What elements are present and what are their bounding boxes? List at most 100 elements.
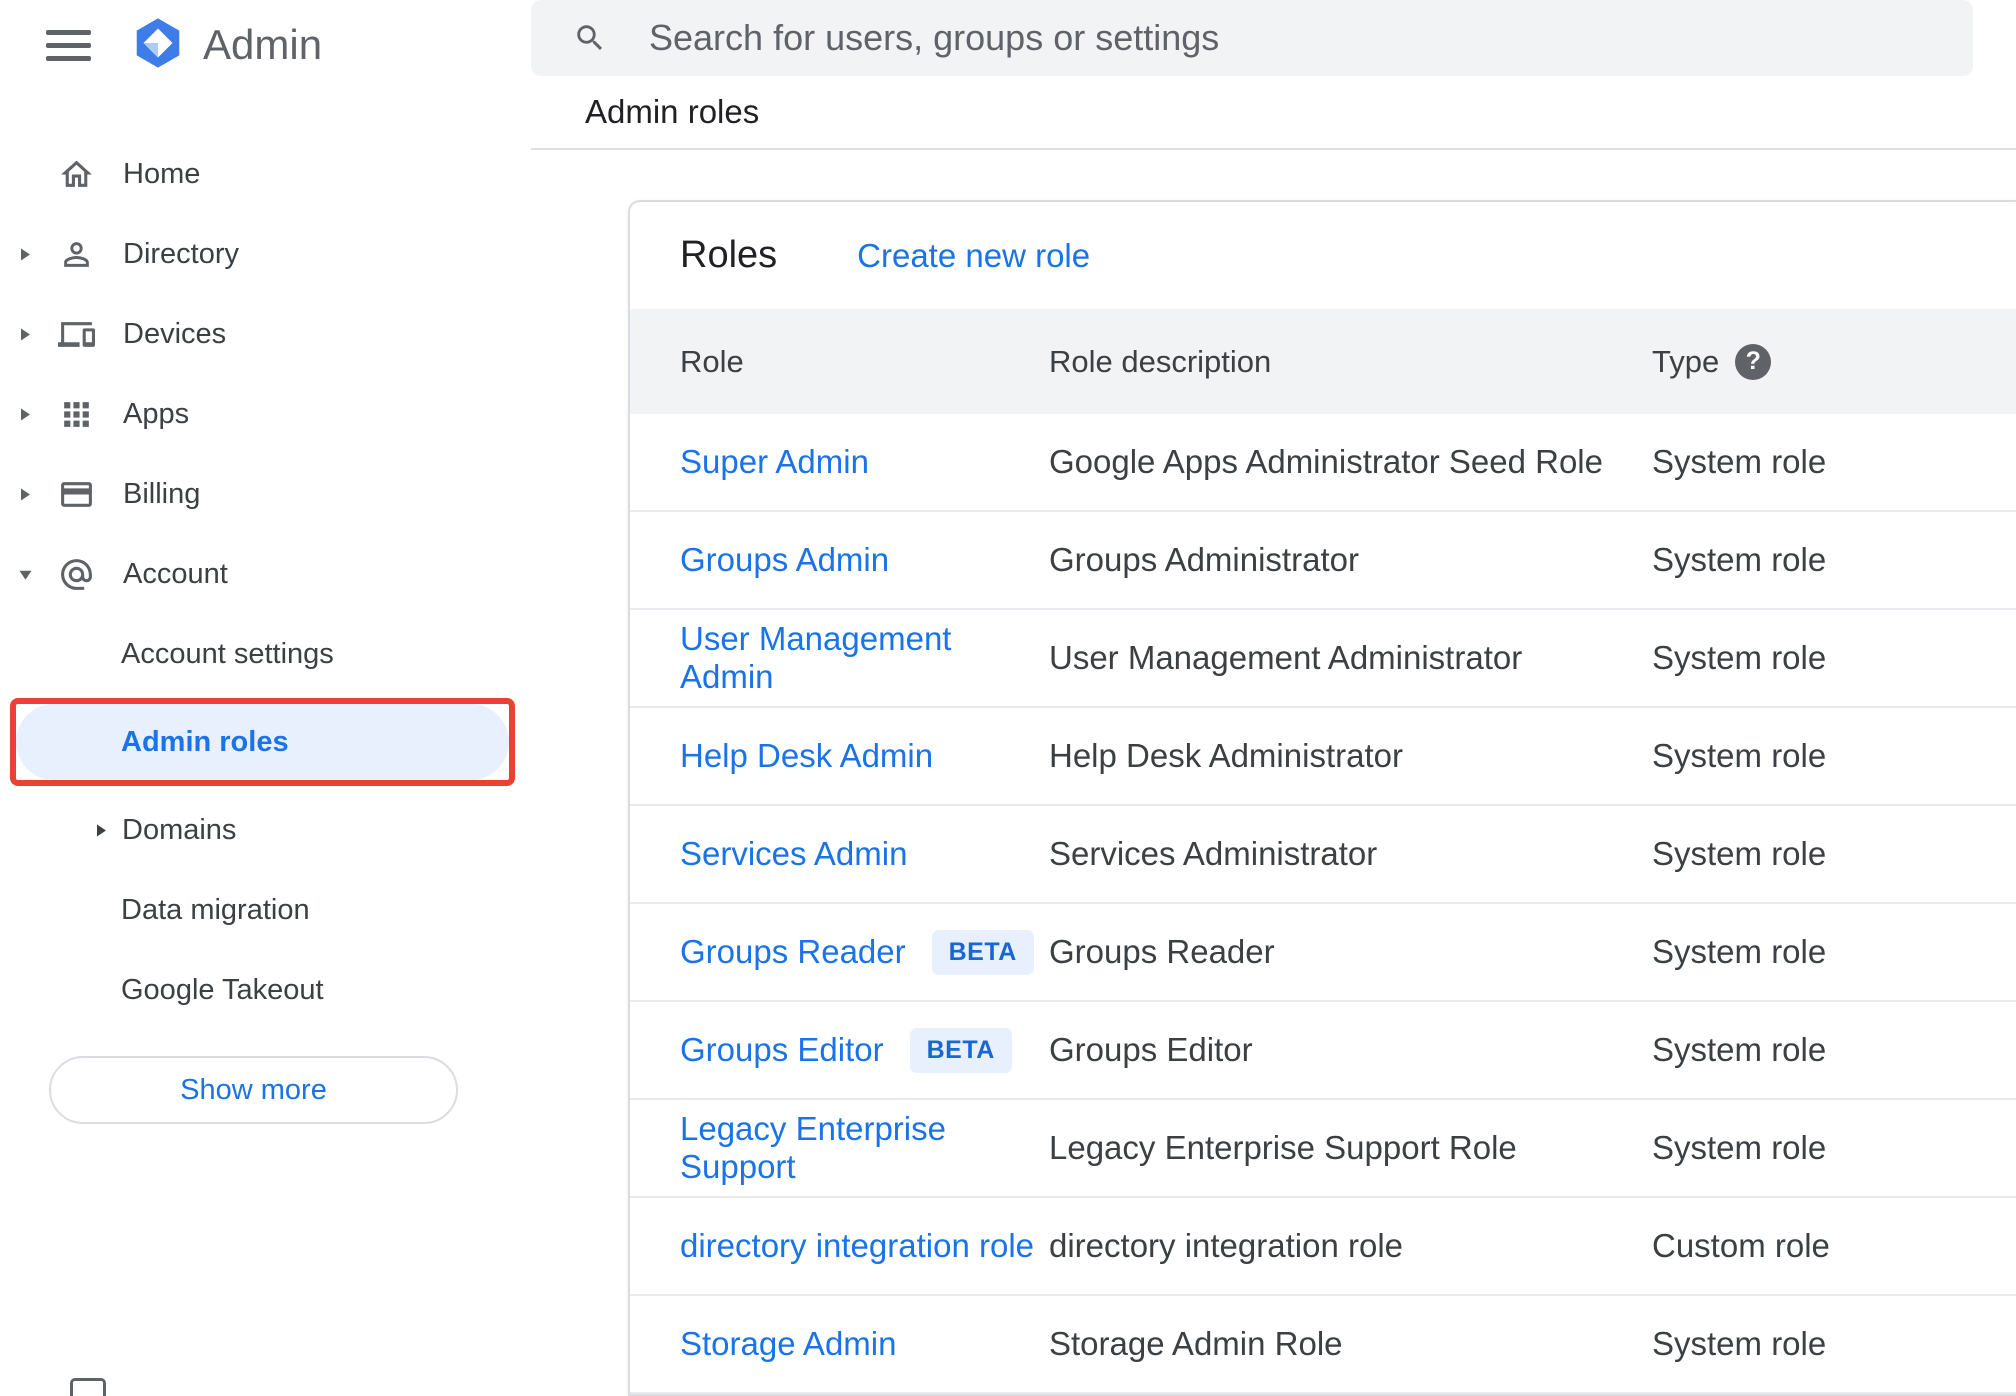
sidebar-item-directory[interactable]: Directory [0,214,531,294]
credit-card-icon [58,476,95,513]
role-link[interactable]: Groups Admin [680,541,889,579]
show-more-label: Show more [180,1073,327,1106]
app-title: Admin [203,21,323,68]
logo-row: Admin [0,0,531,90]
sidebar-item-domains[interactable]: Domains [0,790,531,870]
beta-badge: BETA [931,929,1034,975]
role-link[interactable]: directory integration role [680,1227,1034,1265]
clipped-device-icon [70,1378,106,1396]
column-header-type-label: Type [1652,343,1720,379]
collapse-arrow-icon[interactable] [18,567,58,582]
role-link[interactable]: Groups Reader [680,933,906,971]
table-row: Help Desk Admin Help Desk Administrator … [630,708,2016,806]
expand-arrow-icon[interactable] [18,487,58,502]
sidebar-item-account[interactable]: Account [0,534,531,614]
expand-arrow-icon[interactable] [18,327,58,342]
devices-icon [58,316,95,353]
person-icon [58,236,95,273]
role-description: Google Apps Administrator Seed Role [1049,443,1603,480]
sidebar-item-label: Devices [123,317,227,350]
role-description: Groups Editor [1049,1031,1253,1068]
sidebar-item-devices[interactable]: Devices [0,294,531,374]
annotation-highlight-box: Admin roles [10,698,515,786]
table-header-row: Role Role description Type ? [630,309,2016,414]
sidebar-subitem-label: Account settings [121,637,334,670]
expand-arrow-icon[interactable] [18,407,58,422]
role-description: Legacy Enterprise Support Role [1049,1129,1517,1166]
sidebar-item-apps[interactable]: Apps [0,374,531,454]
sidebar-item-home[interactable]: Home [0,134,531,214]
create-new-role-link[interactable]: Create new role [857,237,1090,275]
sidebar: Admin Home Directory Devices Apps Billin… [0,0,531,1396]
expand-arrow-icon[interactable] [94,823,109,838]
role-link[interactable]: Super Admin [680,443,869,481]
help-icon[interactable]: ? [1735,343,1772,380]
show-more-button[interactable]: Show more [49,1056,458,1124]
table-row: Groups Admin Groups Administrator System… [630,512,2016,610]
sidebar-item-label: Home [123,157,201,190]
table-row: Storage Admin Storage Admin Role System … [630,1296,2016,1394]
role-type: System role [1652,1031,1827,1068]
role-type: System role [1652,443,1827,480]
role-description: Services Administrator [1049,835,1378,872]
sidebar-item-label: Billing [123,477,201,510]
role-type: System role [1652,1325,1827,1362]
table-row: Groups Editor BETA Groups Editor System r… [630,1002,2016,1100]
admin-console: Admin Home Directory Devices Apps Billin… [0,0,2016,1396]
role-type: Custom role [1652,1227,1830,1264]
sidebar-item-data-migration[interactable]: Data migration [0,870,531,950]
sidebar-item-label: Apps [123,397,190,430]
breadcrumb-current: Admin roles [585,92,760,130]
role-type: System role [1652,737,1827,774]
admin-logo-icon [129,14,187,77]
sidebar-nav: Home Directory Devices Apps Billing Acco… [0,134,531,1124]
role-link[interactable]: Storage Admin [680,1325,896,1363]
sidebar-subitem-label: Data migration [121,893,310,926]
role-description: directory integration role [1049,1227,1404,1264]
table-row: Super Admin Google Apps Administrator Se… [630,414,2016,512]
search-input[interactable]: Search for users, groups or settings [531,0,1973,76]
search-placeholder: Search for users, groups or settings [649,16,1220,58]
at-sign-icon [58,556,95,593]
content-area: Roles Create new role Role Role descript… [531,150,2016,1396]
role-link[interactable]: User Management Admin [680,620,1049,696]
admin-logo[interactable]: Admin [129,14,322,77]
role-link[interactable]: Groups Editor [680,1031,884,1069]
role-type: System role [1652,639,1827,676]
sidebar-item-account-settings[interactable]: Account settings [0,614,531,694]
table-row: Services Admin Services Administrator Sy… [630,806,2016,904]
sidebar-subitem-label: Admin roles [121,725,289,758]
role-type: System role [1652,541,1827,578]
search-icon [577,25,603,50]
role-type: System role [1652,835,1827,872]
roles-card: Roles Create new role Role Role descript… [628,200,2016,1396]
role-link[interactable]: Legacy Enterprise Support [680,1110,1049,1186]
sidebar-item-admin-roles[interactable]: Admin roles [16,704,509,780]
column-header-type: Type ? [1652,343,2016,380]
table-row: User Management Admin User Management Ad… [630,610,2016,708]
table-row: Groups Reader BETA Groups Reader System r… [630,904,2016,1002]
role-description: Help Desk Administrator [1049,737,1403,774]
panel-title: Roles [680,234,778,276]
sidebar-item-google-takeout[interactable]: Google Takeout [0,950,531,1030]
apps-grid-icon [58,396,95,433]
role-type: System role [1652,1129,1827,1166]
expand-arrow-icon[interactable] [18,247,58,262]
breadcrumb: Admin roles [531,76,2016,150]
table-row: Legacy Enterprise Support Legacy Enterpr… [630,1100,2016,1198]
role-link[interactable]: Help Desk Admin [680,737,933,775]
role-description: Groups Reader [1049,933,1275,970]
home-icon [58,156,95,193]
sidebar-subitem-label: Domains [122,813,237,846]
role-description: User Management Administrator [1049,639,1523,676]
role-description: Storage Admin Role [1049,1325,1343,1362]
column-header-description: Role description [1049,343,1272,379]
sidebar-subitem-label: Google Takeout [121,973,324,1006]
role-link[interactable]: Services Admin [680,835,907,873]
roles-card-header: Roles Create new role [630,202,2016,309]
hamburger-menu-icon[interactable] [46,29,91,61]
sidebar-item-label: Account [123,557,228,590]
sidebar-item-label: Directory [123,237,240,270]
main-area: Search for users, groups or settings Adm… [531,0,2016,1396]
sidebar-item-billing[interactable]: Billing [0,454,531,534]
